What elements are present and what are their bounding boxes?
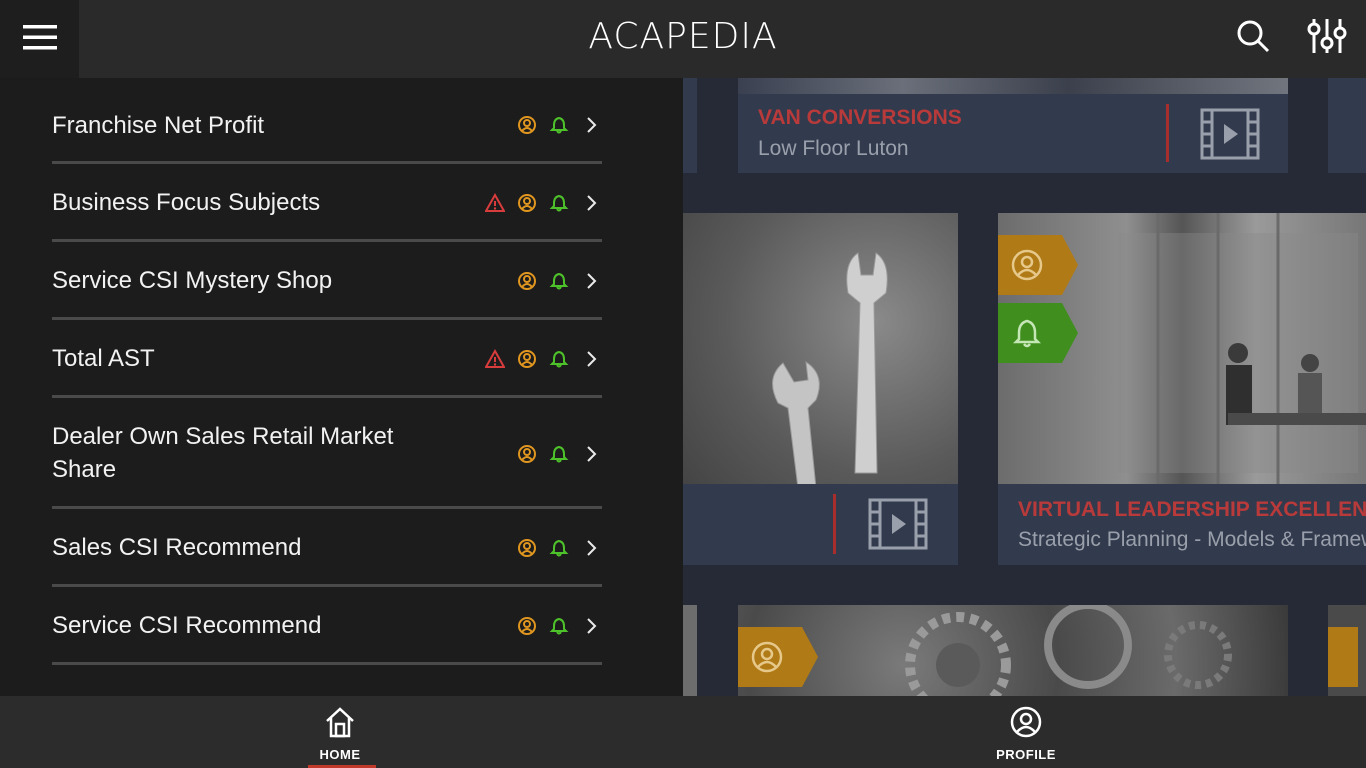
bell-icon	[548, 443, 570, 465]
nav-profile-label: PROFILE	[996, 747, 1056, 762]
assigned-tag	[998, 235, 1078, 295]
video-icon	[1200, 108, 1260, 165]
filter-button[interactable]	[1307, 18, 1347, 58]
menu-item-label: Business Focus Subjects	[52, 189, 321, 216]
course-title: VAN CONVERSIONS	[758, 106, 962, 129]
course-card-partial[interactable]	[683, 605, 697, 696]
menu-item-sales-csi-recommend[interactable]: Sales CSI Recommend	[52, 509, 602, 587]
user-circle-icon	[516, 537, 538, 559]
menu-item-label: Service CSI Mystery Shop	[52, 267, 333, 294]
course-caption: VAN CONVERSIONS Low Floor Luton	[738, 94, 1288, 173]
chevron-right-icon	[580, 537, 602, 559]
course-title: VIRTUAL LEADERSHIP EXCELLENCE	[1018, 498, 1366, 521]
chevron-right-icon	[580, 114, 602, 136]
menu-item-business-focus-subjects[interactable]: Business Focus Subjects	[52, 164, 602, 242]
user-circle-icon	[516, 348, 538, 370]
user-circle-icon	[516, 270, 538, 292]
course-card-tools[interactable]	[683, 213, 958, 565]
nav-home-label: HOME	[319, 747, 361, 762]
search-icon	[1236, 19, 1270, 58]
menu-item-service-csi-recommend[interactable]: Service CSI Recommend	[52, 587, 602, 665]
bottom-nav: HOME PROFILE	[0, 696, 1366, 768]
user-circle-icon	[516, 615, 538, 637]
course-card-van-conversions[interactable]: VAN CONVERSIONS Low Floor Luton	[738, 78, 1288, 173]
course-caption	[683, 484, 958, 565]
menu-item-total-ast[interactable]: Total AST	[52, 320, 602, 398]
assigned-tag	[738, 627, 818, 687]
bell-icon	[548, 537, 570, 559]
course-card-partial[interactable]	[1328, 605, 1366, 696]
chevron-right-icon	[580, 443, 602, 465]
sliders-icon	[1307, 17, 1347, 60]
chevron-right-icon	[580, 348, 602, 370]
course-card-partial[interactable]	[1328, 78, 1366, 173]
menu-item-label: Dealer Own Sales Retail Market Share	[52, 423, 394, 483]
menu-item-service-csi-mystery-shop[interactable]: Service CSI Mystery Shop	[52, 242, 602, 320]
user-circle-icon	[1010, 706, 1042, 743]
chevron-right-icon	[580, 192, 602, 214]
course-card-gears[interactable]	[738, 605, 1288, 696]
warning-icon	[484, 348, 506, 370]
chevron-right-icon	[580, 615, 602, 637]
chevron-right-icon	[580, 270, 602, 292]
menu-item-dealer-own-sales-retail-market-share[interactable]: Dealer Own Sales Retail Market Share	[52, 398, 602, 509]
course-caption: VIRTUAL LEADERSHIP EXCELLENCE Strategic …	[998, 484, 1366, 565]
menu-item-label: Service CSI Recommend	[52, 612, 322, 639]
top-bar: ACAPEDIA	[0, 0, 1366, 78]
user-circle-icon	[516, 192, 538, 214]
user-circle-icon	[516, 114, 538, 136]
notification-tag	[998, 303, 1078, 363]
course-image	[738, 78, 1288, 94]
bell-icon	[548, 114, 570, 136]
course-subtitle: Strategic Planning - Models & Frameworks	[1018, 528, 1366, 551]
bell-icon	[548, 192, 570, 214]
menu-item-label: Franchise Net Profit	[52, 112, 265, 139]
bell-icon	[1012, 319, 1042, 348]
video-icon	[868, 498, 928, 555]
nav-home[interactable]: HOME	[280, 696, 400, 768]
course-card-virtual-leadership[interactable]: VIRTUAL LEADERSHIP EXCELLENCE Strategic …	[998, 213, 1366, 565]
gears-image	[905, 605, 1232, 696]
course-card-partial[interactable]	[683, 78, 697, 173]
wrench-image	[772, 252, 888, 489]
nav-profile[interactable]: PROFILE	[966, 696, 1086, 768]
menu-item-franchise-net-profit[interactable]: Franchise Net Profit	[52, 78, 602, 164]
course-subtitle: Low Floor Luton	[758, 137, 909, 160]
user-circle-icon	[1011, 249, 1043, 281]
user-circle-icon	[516, 443, 538, 465]
course-image	[683, 213, 958, 489]
app-logo: ACAPEDIA	[588, 16, 778, 57]
bell-icon	[548, 615, 570, 637]
menu-item-label: Sales CSI Recommend	[52, 534, 302, 561]
search-button[interactable]	[1233, 18, 1273, 58]
bell-icon	[548, 270, 570, 292]
menu-item-label: Total AST	[52, 345, 155, 372]
user-circle-icon	[751, 641, 783, 673]
side-menu: Franchise Net Profit Business Focus Subj…	[0, 78, 683, 696]
course-grid: VAN CONVERSIONS Low Floor Luton VIRTUAL …	[683, 78, 1366, 696]
home-icon	[324, 706, 356, 743]
bell-icon	[548, 348, 570, 370]
warning-icon	[484, 192, 506, 214]
